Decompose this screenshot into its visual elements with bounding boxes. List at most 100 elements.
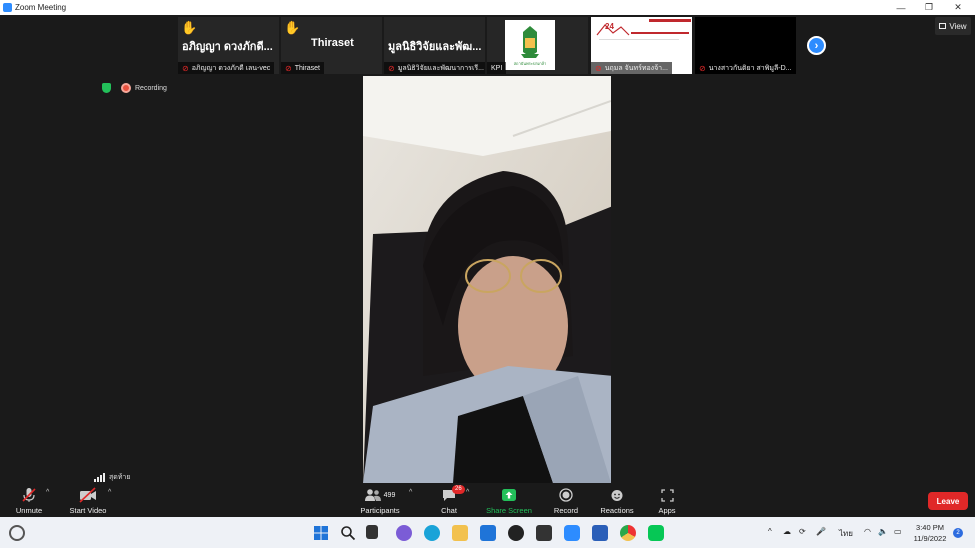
recording-indicator[interactable]: Recording bbox=[102, 83, 167, 93]
unmute-label: Unmute bbox=[15, 506, 43, 515]
next-page-arrow-icon[interactable]: › bbox=[807, 36, 826, 55]
settings-gear-icon[interactable] bbox=[9, 525, 25, 541]
muted-mic-icon: ⊘ bbox=[388, 63, 395, 73]
muted-mic-icon: ⊘ bbox=[182, 63, 189, 73]
participant-name-bar: KPI bbox=[487, 62, 507, 74]
participant-thumbnail[interactable]: สถาบันพระปกเกล้า KPI bbox=[487, 17, 588, 74]
share-screen-icon bbox=[484, 487, 534, 503]
reactions-smiley-icon bbox=[598, 487, 636, 503]
notification-badge[interactable]: 2 bbox=[953, 528, 963, 538]
chat-label: Chat bbox=[441, 506, 457, 515]
record-button[interactable]: Record bbox=[550, 487, 582, 515]
participant-thumbnail[interactable]: มูลนิธิวิจัยและพัฒ... ⊘ มูลนิธิวิจัยและพ… bbox=[384, 17, 485, 74]
search-icon[interactable] bbox=[340, 525, 356, 541]
video-off-icon bbox=[68, 487, 108, 503]
windows-taskbar: ^ ☁ ⟳ 🎤 ไทย ◠ 🔈 ▭ 3:40 PM 11/9/2022 2 bbox=[0, 517, 975, 548]
participant-name-bar: ⊘ มูลนิธิวิจัยและพัฒนาการเรี... bbox=[384, 62, 485, 74]
record-icon bbox=[550, 487, 582, 503]
participant-name: นฤมล จันทร์ทองจ้า... bbox=[604, 64, 668, 72]
reactions-button[interactable]: Reactions bbox=[598, 487, 636, 515]
share-screen-button[interactable]: Share Screen bbox=[484, 487, 534, 515]
start-video-button[interactable]: Start Video bbox=[68, 487, 108, 515]
clock-date: 11/9/2022 bbox=[913, 534, 947, 543]
sync-icon[interactable]: ⟳ bbox=[799, 527, 806, 536]
leave-button[interactable]: Leave bbox=[928, 492, 968, 510]
battery-icon[interactable]: ▭ bbox=[894, 527, 902, 536]
chat-app-icon[interactable] bbox=[396, 525, 412, 541]
participant-name-bar: ⊘ อภิญญา ดวงภักดี เลน-vec bbox=[178, 62, 275, 74]
mail-icon[interactable] bbox=[480, 525, 496, 541]
word-icon[interactable] bbox=[592, 525, 608, 541]
participant-name: อภิญญา ดวงภักดี เลน-vec bbox=[191, 64, 271, 72]
edge-browser-icon[interactable] bbox=[424, 525, 440, 541]
dell-icon[interactable] bbox=[508, 525, 524, 541]
kpi-logo: สถาบันพระปกเกล้า bbox=[505, 20, 555, 70]
muted-mic-icon: ⊘ bbox=[699, 63, 706, 73]
participant-name: Thiraset bbox=[294, 64, 320, 72]
signal-bars-icon bbox=[94, 473, 106, 482]
apps-button[interactable]: Apps bbox=[655, 487, 679, 515]
participant-name: KPI bbox=[491, 64, 503, 72]
apps-label: Apps bbox=[658, 506, 676, 515]
store-icon[interactable] bbox=[536, 525, 552, 541]
participant-thumbnail[interactable]: ⊘ นางสาวกันติยา สาพิมูลี-D... bbox=[695, 17, 796, 74]
raised-hand-icon: ✋ bbox=[181, 20, 198, 35]
view-button[interactable]: View bbox=[935, 17, 971, 35]
muted-mic-icon: ⊘ bbox=[285, 63, 292, 73]
restore-button[interactable]: ❐ bbox=[914, 0, 944, 15]
wifi-icon[interactable]: ◠ bbox=[864, 527, 871, 536]
muted-mic-icon bbox=[12, 487, 46, 503]
participants-chevron-icon[interactable]: ^ bbox=[409, 489, 412, 496]
participant-name: นางสาวกันติยา สาพิมูลี-D... bbox=[708, 64, 792, 72]
participants-button[interactable]: 499 Participants bbox=[356, 487, 404, 515]
participant-name-bar: ⊘ นางสาวกันติยา สาพิมูลี-D... bbox=[695, 62, 796, 74]
kpi-logo-caption: สถาบันพระปกเกล้า bbox=[513, 61, 547, 66]
network-label: สุดท้าย bbox=[109, 474, 131, 481]
start-video-label: Start Video bbox=[69, 506, 107, 515]
microphone-icon[interactable]: 🎤 bbox=[816, 527, 826, 536]
line-app-icon[interactable] bbox=[648, 525, 664, 541]
raised-hand-icon: ✋ bbox=[284, 20, 301, 35]
window-title: Zoom Meeting bbox=[15, 3, 67, 12]
video-options-chevron-icon[interactable]: ^ bbox=[108, 489, 111, 496]
participant-thumbnail[interactable]: ✋ อภิญญา ดวงภักดี... ⊘ อภิญญา ดวงภักดี เ… bbox=[178, 17, 279, 74]
record-label: Record bbox=[553, 506, 579, 515]
view-label: View bbox=[949, 21, 967, 31]
chat-chevron-icon[interactable]: ^ bbox=[466, 489, 469, 496]
meeting-toolbar: Unmute ^ Start Video ^ 499 Participants … bbox=[0, 483, 975, 517]
participant-display-name: มูลนิธิวิจัยและพัฒ... bbox=[388, 41, 482, 53]
minimize-button[interactable]: — bbox=[886, 0, 916, 15]
task-view-icon[interactable] bbox=[366, 525, 378, 539]
audio-options-chevron-icon[interactable]: ^ bbox=[46, 489, 49, 496]
file-explorer-icon[interactable] bbox=[452, 525, 468, 541]
participants-label: Participants bbox=[360, 506, 400, 515]
participant-thumbnail[interactable]: 24 ⊘ นฤมล จันทร์ทองจ้า... bbox=[591, 17, 692, 74]
recording-label: Recording bbox=[135, 84, 167, 92]
close-button[interactable]: ✕ bbox=[943, 0, 973, 15]
participant-thumbnail[interactable]: ✋ Thiraset ⊘ Thiraset bbox=[281, 17, 382, 74]
apps-icon bbox=[655, 487, 679, 503]
participants-count: 499 bbox=[383, 491, 396, 499]
participant-name-bar: ⊘ นฤมล จันทร์ทองจ้า... bbox=[591, 62, 672, 74]
window-titlebar: Zoom Meeting — ❐ ✕ bbox=[0, 0, 975, 15]
participant-name: มูลนิธิวิจัยและพัฒนาการเรี... bbox=[397, 64, 484, 72]
grid-icon bbox=[939, 23, 947, 29]
active-speaker-video bbox=[363, 76, 611, 483]
zoom-taskbar-icon[interactable] bbox=[564, 525, 580, 541]
share-screen-label: Share Screen bbox=[486, 506, 532, 515]
unmute-button[interactable]: Unmute bbox=[12, 487, 46, 515]
participant-name-bar: ⊘ Thiraset bbox=[281, 62, 324, 74]
muted-mic-icon: ⊘ bbox=[595, 63, 602, 73]
clock-time: 3:40 PM bbox=[916, 523, 944, 532]
cloud-icon[interactable]: ☁ bbox=[783, 527, 791, 536]
system-clock[interactable]: 3:40 PM 11/9/2022 bbox=[912, 522, 948, 544]
windows-start-icon[interactable] bbox=[313, 525, 329, 541]
network-quality-indicator[interactable]: สุดท้าย bbox=[94, 472, 130, 483]
speaker-video-frame bbox=[363, 76, 611, 483]
volume-icon[interactable]: 🔈 bbox=[878, 527, 888, 536]
chat-unread-badge: 26 bbox=[452, 485, 465, 494]
tray-overflow-chevron-icon[interactable]: ^ bbox=[768, 527, 772, 536]
chrome-icon[interactable] bbox=[620, 525, 636, 541]
zoom-app-icon bbox=[3, 3, 12, 12]
input-language[interactable]: ไทย bbox=[839, 527, 853, 540]
